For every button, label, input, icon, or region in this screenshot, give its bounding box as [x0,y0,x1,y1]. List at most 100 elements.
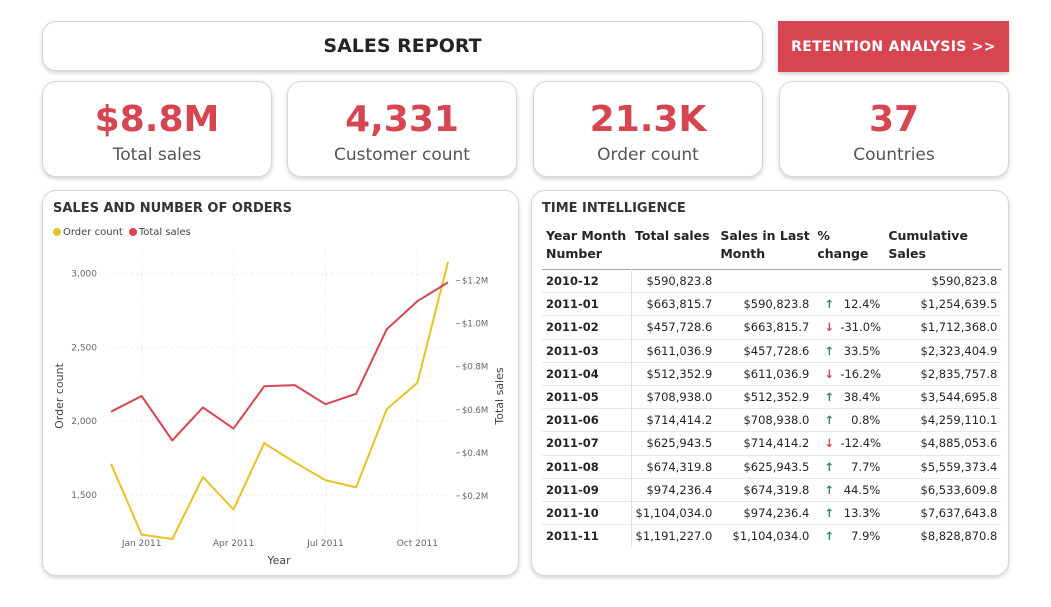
cell-total-sales: $674,319.8 [631,454,717,479]
cell-total-sales: $457,728.6 [631,315,717,340]
cell-sales-last-month: $457,728.6 [716,338,814,363]
column-header-pct-change[interactable]: % change [813,225,884,270]
cell-cumulative-sales: $5,559,373.4 [884,454,1002,479]
cell-cumulative-sales: $6,533,609.8 [884,477,1002,502]
kpi-label: Countries [853,145,935,165]
table-row[interactable]: 2011-02 $457,728.6 $663,815.7 ↓ -31.0% $1,712… [542,315,1002,340]
arrow-up-icon: ↑ [824,413,835,428]
kpi-value: 37 [868,99,920,140]
table-row[interactable]: 2011-04 $512,352.9 $611,036.9 ↓ -16.2% $2,835… [542,361,1002,386]
arrow-up-icon: ↑ [824,390,835,405]
column-header-total-sales[interactable]: Total sales [631,225,716,270]
cell-sales-last-month: $590,823.8 [716,292,814,316]
cell-year-month: 2011-08 [542,454,632,479]
x-tick-label: Jan 2011 [121,539,162,549]
pct-change-value: 13.3% [843,505,881,520]
cell-cumulative-sales: $4,259,110.1 [884,408,1002,432]
cell-cumulative-sales: $3,544,695.8 [884,384,1002,409]
line-chart[interactable]: 3,000 2,500 2,000 1,500 $1.2M $1.0M $0.8M $0.6M… [43,191,520,577]
cell-total-sales: $512,352.9 [631,361,717,386]
table-row[interactable]: 2011-09 $974,236.4 $674,319.8 ↑ 44.5% $6,533,… [542,477,1002,502]
cell-sales-last-month: $663,815.7 [716,315,814,340]
table-row[interactable]: 2011-08 $674,319.8 $625,943.5 ↑ 7.7% $5,559,3… [542,454,1002,479]
kpi-card-order-count: 21.3K Order count [533,81,763,177]
y-right-tick-label: $0.2M [462,492,488,502]
x-tick-label: Oct 2011 [397,539,438,549]
cell-pct-change: ↑ 13.3% [813,500,885,525]
retention-analysis-button[interactable]: RETENTION ANALYSIS >> [778,21,1009,72]
arrow-up-icon: ↑ [824,459,835,474]
table-row[interactable]: 2011-01 $663,815.7 $590,823.8 ↑ 12.4% $1,254,… [542,292,1002,316]
y-right-axis-title: Total sales [493,367,506,425]
cell-total-sales: $1,104,034.0 [631,500,717,525]
cell-year-month: 2011-01 [542,292,632,316]
y-left-tick-label: 1,500 [71,491,97,501]
pct-change-value: 44.5% [843,482,881,497]
cell-total-sales: $1,191,227.0 [631,524,717,548]
cell-sales-last-month: $611,036.9 [716,361,814,386]
kpi-label: Total sales [112,145,202,165]
report-title-card: SALES REPORT [42,21,763,71]
cell-total-sales: $714,414.2 [631,408,717,432]
table-row[interactable]: 2011-11 $1,191,227.0 $1,104,034.0 ↑ 7.9% $8,8… [542,524,1002,548]
cell-year-month: 2011-06 [542,408,632,432]
cell-cumulative-sales: $2,323,404.9 [884,338,1002,363]
cell-pct-change: ↑ 12.4% [813,292,885,316]
column-header-year-month[interactable]: Year Month Number [542,225,631,270]
kpi-value: 4,331 [345,99,459,140]
cell-total-sales: $590,823.8 [631,268,717,293]
cell-pct-change: ↑ 7.7% [813,454,885,479]
cell-cumulative-sales: $590,823.8 [884,268,1002,293]
cell-pct-change: ↑ 0.8% [813,408,885,432]
x-axis-title: Year [266,554,291,567]
x-tick-label: Apr 2011 [213,539,254,549]
kpi-card-total-sales: $8.8M Total sales [42,81,272,177]
cell-cumulative-sales: $1,712,368.0 [884,315,1002,340]
arrow-up-icon: ↑ [824,297,835,312]
kpi-card-customer-count: 4,331 Customer count [287,81,517,177]
cell-cumulative-sales: $2,835,757.8 [884,361,1002,386]
cell-sales-last-month: $1,104,034.0 [716,524,814,548]
cell-pct-change: ↓ -16.2% [813,361,885,386]
time-intelligence-card: TIME INTELLIGENCE Year Month Number Tota… [531,190,1009,576]
cell-year-month: 2011-10 [542,500,632,525]
column-header-cumulative-sales[interactable]: Cumulative Sales [884,225,1001,270]
cell-sales-last-month: $714,414.2 [716,431,814,455]
pct-change-value: 38.4% [843,390,881,405]
column-header-sales-last-month[interactable]: Sales in Last Month [716,225,813,270]
cell-sales-last-month: $674,319.8 [716,477,814,502]
arrow-down-icon: ↓ [824,366,835,381]
pct-change-value: -31.0% [840,320,882,335]
table-row[interactable]: 2011-06 $714,414.2 $708,938.0 ↑ 0.8% $4,259,1… [542,408,1002,432]
y-left-tick-label: 3,000 [71,270,97,280]
arrow-up-icon: ↑ [824,505,835,520]
pct-change-value: 7.7% [851,459,881,474]
series-line-total-sales [110,281,449,442]
cell-pct-change: ↑ 38.4% [813,384,885,409]
kpi-value: 21.3K [589,99,707,140]
pct-change-value: 33.5% [843,343,881,358]
series-line-order-count [110,261,449,540]
arrow-down-icon: ↓ [824,436,835,451]
kpi-value: $8.8M [94,99,220,140]
cell-sales-last-month: $974,236.4 [716,500,814,525]
page-title: SALES REPORT [323,35,482,57]
cell-year-month: 2011-09 [542,477,632,502]
y-right-tick-label: $1.0M [462,320,488,330]
cell-pct-change: ↑ 44.5% [813,477,885,502]
table-row[interactable]: 2010-12 $590,823.8 $590,823.8 [542,268,1002,293]
table-row[interactable]: 2011-03 $611,036.9 $457,728.6 ↑ 33.5% $2,323,… [542,338,1002,363]
kpi-label: Order count [597,145,699,165]
table-row[interactable]: 2011-05 $708,938.0 $512,352.9 ↑ 38.4% $3,544,… [542,384,1002,409]
cell-cumulative-sales: $1,254,639.5 [884,292,1002,316]
arrow-up-icon: ↑ [824,482,835,497]
cell-pct-change: ↑ 7.9% [813,524,885,548]
table-row[interactable]: 2011-10 $1,104,034.0 $974,236.4 ↑ 13.3% $7,63… [542,500,1002,525]
cell-cumulative-sales: $7,637,643.8 [884,500,1002,525]
table-row[interactable]: 2011-07 $625,943.5 $714,414.2 ↓ -12.4% $4,885… [542,431,1002,455]
cell-total-sales: $708,938.0 [631,384,717,409]
cell-pct-change: ↓ -31.0% [813,315,885,340]
y-right-tick-label: $0.8M [462,363,488,373]
sales-orders-chart-card: SALES AND NUMBER OF ORDERS Order count T… [42,190,519,576]
table-title: TIME INTELLIGENCE [542,201,686,216]
